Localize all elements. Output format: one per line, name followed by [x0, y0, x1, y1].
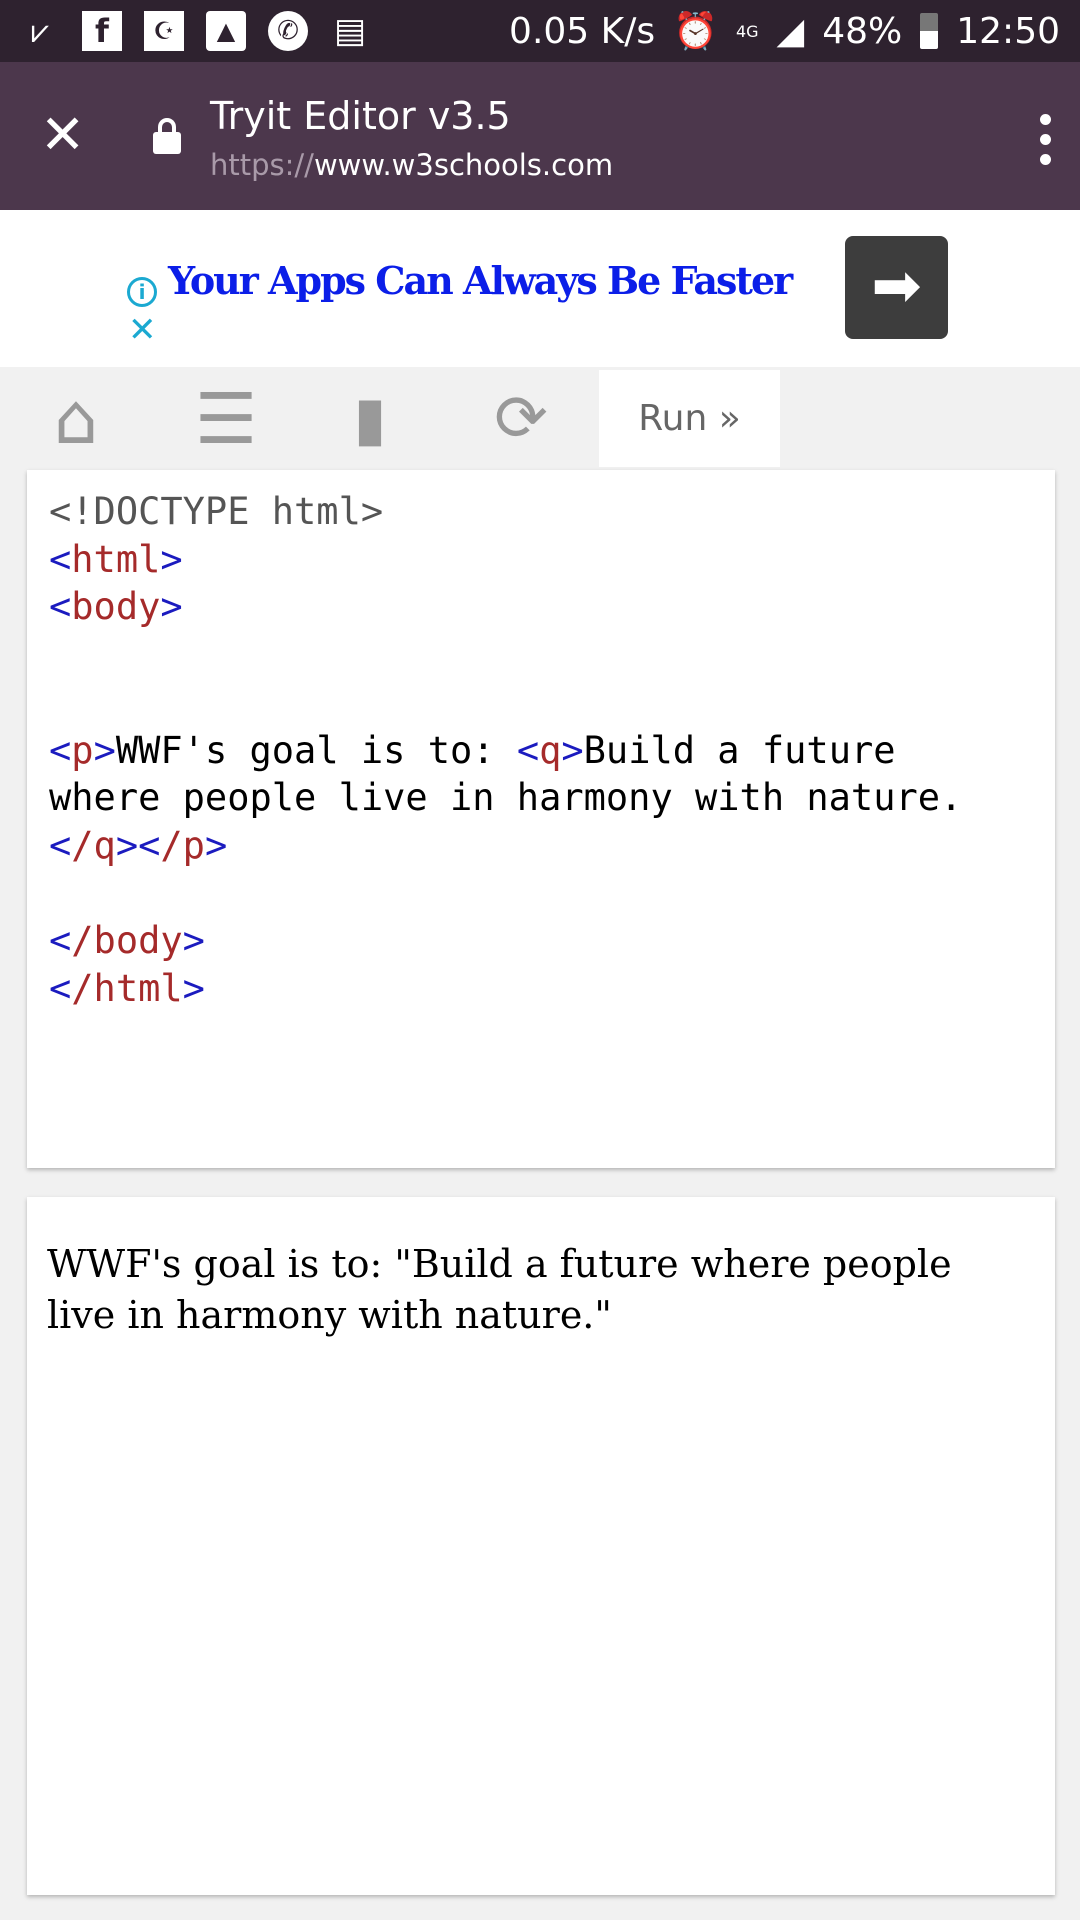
gallery-icon: ▲ — [206, 11, 246, 51]
network-type: 4G — [735, 21, 759, 41]
net-speed: 0.05 K/s — [509, 10, 656, 52]
mosque-app-icon: ☪ — [144, 11, 184, 51]
code-tag: /html — [71, 967, 183, 1011]
code-tag: html — [71, 537, 161, 581]
editor-toolbar: ⌂ ☰ ▮ ⟳ Run » — [0, 367, 1080, 467]
notification-check-icon: ⩗ — [30, 12, 50, 50]
battery-icon — [920, 13, 939, 49]
run-button[interactable]: Run » — [599, 370, 780, 467]
ad-info-icon[interactable]: i — [127, 277, 157, 307]
code-tag: p — [71, 728, 94, 772]
code-tag: /q — [71, 823, 116, 867]
browser-toolbar: ✕ Tryit Editor v3.5 https://www.w3school… — [0, 62, 1080, 210]
code-doctype: <!DOCTYPE html> — [49, 490, 384, 533]
code-tag: body — [71, 585, 161, 629]
more-options-icon[interactable] — [1040, 114, 1052, 174]
save-icon[interactable]: ▮ — [330, 379, 410, 459]
ad-headline[interactable]: Your Apps Can Always Be Faster — [168, 258, 793, 303]
ad-close-icon[interactable]: ✕ — [128, 313, 157, 347]
page-title: Tryit Editor v3.5 — [210, 94, 511, 138]
clock: 12:50 — [956, 10, 1060, 52]
url-scheme: https:// — [210, 148, 314, 182]
home-icon[interactable]: ⌂ — [36, 379, 116, 459]
code-tag: /p — [160, 823, 205, 867]
code-text: WWF's goal is to: — [115, 728, 517, 772]
code-editor[interactable]: <!DOCTYPE html> <html> <body> <p>WWF's g… — [27, 470, 1055, 1168]
ad-arrow-button[interactable]: ➡ — [845, 236, 948, 339]
close-icon[interactable]: ✕ — [40, 108, 85, 162]
code-tag: q — [539, 728, 562, 772]
result-text: WWF's goal is to: "Build a future where … — [47, 1242, 952, 1337]
lock-icon[interactable] — [153, 118, 181, 154]
battery-level: 48% — [822, 10, 903, 52]
status-bar: ⩗ f ☪ ▲ ✆ ▤ 0.05 K/s ⏰ 4G ◢ 48% 12:50 — [0, 0, 1080, 62]
menu-icon[interactable]: ☰ — [186, 379, 266, 459]
signal-icon: ◢ — [776, 10, 805, 52]
ad-banner[interactable]: i ✕ Your Apps Can Always Be Faster ➡ — [0, 210, 1080, 367]
phone-icon: ✆ — [268, 11, 308, 51]
alarm-icon: ⏰ — [673, 11, 718, 52]
facebook-icon: f — [82, 11, 122, 51]
url-bar[interactable]: https://www.w3schools.com — [210, 148, 613, 182]
news-icon: ▤ — [333, 11, 367, 51]
url-host: www.w3schools.com — [313, 148, 614, 182]
rotate-icon[interactable]: ⟳ — [481, 379, 561, 459]
code-tag: /body — [71, 919, 183, 963]
result-panel: WWF's goal is to: "Build a future where … — [27, 1197, 1055, 1895]
